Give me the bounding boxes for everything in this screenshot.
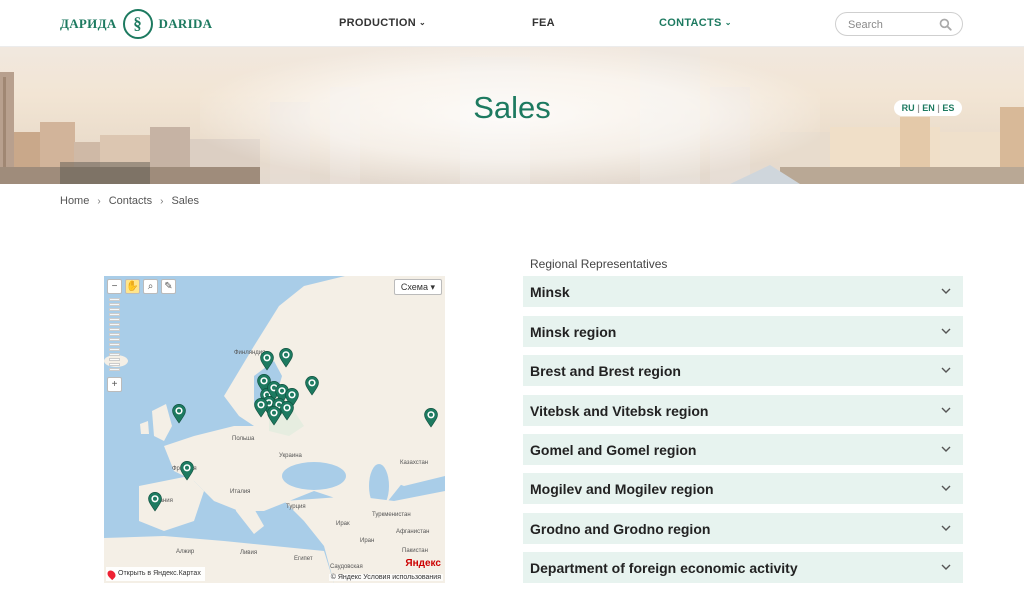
map-marker-icon[interactable] xyxy=(180,461,194,481)
accordion-title: Minsk region xyxy=(530,323,617,340)
map-toolbar: − ✋ ⌕ ✎ xyxy=(107,279,176,294)
chevron-down-icon xyxy=(941,367,951,373)
accordion-title: Department of foreign economic activity xyxy=(530,559,798,576)
search-icon[interactable] xyxy=(939,18,952,31)
chevron-down-icon xyxy=(941,288,951,294)
accordion-vitebsk[interactable]: Vitebsk and Vitebsk region xyxy=(523,395,963,426)
map-marker-icon[interactable] xyxy=(260,351,274,371)
breadcrumb: Home › Contacts › Sales xyxy=(60,195,199,207)
map-label: Турция xyxy=(286,504,306,510)
chevron-down-icon xyxy=(941,446,951,452)
map-marker-icon[interactable] xyxy=(254,398,268,418)
map-label: Польша xyxy=(232,436,255,442)
logo-emblem-icon: § xyxy=(122,9,153,39)
breadcrumb-contacts[interactable]: Contacts xyxy=(109,195,152,207)
nav-fea[interactable]: FEA xyxy=(532,17,555,29)
page-banner: Sales RU | EN | ES xyxy=(0,47,1024,184)
lang-es[interactable]: ES xyxy=(942,103,954,113)
yandex-logo: Яндекс xyxy=(405,558,441,569)
map-label: Казахстан xyxy=(400,460,429,466)
map-marker-icon[interactable] xyxy=(305,376,319,396)
open-in-yandex-link[interactable]: Открыть в Яндекс.Картах xyxy=(105,567,205,581)
logo[interactable]: ДАРИДА § DARIDA xyxy=(60,8,212,40)
chevron-right-icon: › xyxy=(160,195,164,207)
map-marker-icon[interactable] xyxy=(424,408,438,428)
accordion-mogilev[interactable]: Mogilev and Mogilev region xyxy=(523,473,963,504)
accordion-title: Grodno and Grodno region xyxy=(530,520,711,537)
accordion-foreign-economic[interactable]: Department of foreign economic activity xyxy=(523,552,963,583)
section-heading: Regional Representatives xyxy=(530,257,668,271)
map-marker-icon[interactable] xyxy=(279,348,293,368)
chevron-down-icon xyxy=(941,485,951,491)
map-label: Саудовская xyxy=(330,564,363,570)
map-label: Ирак xyxy=(336,521,350,527)
map-marker-icon[interactable] xyxy=(148,492,162,512)
zoom-slider[interactable] xyxy=(108,298,121,378)
map-type-selector[interactable]: Схема ▾ xyxy=(393,279,442,295)
map-label: Пакистан xyxy=(402,548,428,554)
nav-production[interactable]: PRODUCTION ⌄ xyxy=(339,17,426,29)
breadcrumb-current: Sales xyxy=(171,195,199,207)
zoom-out-icon[interactable]: − xyxy=(107,279,122,294)
nav-fea-label: FEA xyxy=(532,17,555,29)
chevron-right-icon: › xyxy=(97,195,101,207)
map-label: Афганистан xyxy=(396,529,430,535)
accordion-minsk-region[interactable]: Minsk region xyxy=(523,316,963,347)
language-switcher: RU | EN | ES xyxy=(894,100,962,116)
page-title: Sales xyxy=(473,90,551,125)
accordion-minsk[interactable]: Minsk xyxy=(523,276,963,307)
accordion-grodno[interactable]: Grodno and Grodno region xyxy=(523,513,963,544)
magnifier-icon[interactable]: ⌕ xyxy=(143,279,158,294)
map-pin-icon xyxy=(105,568,118,580)
map-copyright[interactable]: © Яндекс Условия использования xyxy=(328,574,443,581)
open-in-yandex-label: Открыть в Яндекс.Картах xyxy=(118,570,201,577)
site-header: ДАРИДА § DARIDA PRODUCTION ⌄ FEA CONTACTS… xyxy=(0,0,1024,47)
lang-separator: | xyxy=(937,103,940,113)
map-label: Украина xyxy=(279,453,302,459)
ruler-icon[interactable]: ✎ xyxy=(161,279,176,294)
logo-text-ru: ДАРИДА xyxy=(60,16,117,31)
chevron-down-icon xyxy=(941,525,951,531)
accordion-title: Minsk xyxy=(530,283,570,300)
accordion-brest[interactable]: Brest and Brest region xyxy=(523,355,963,386)
search-input[interactable] xyxy=(848,17,938,32)
breadcrumb-home[interactable]: Home xyxy=(60,195,89,207)
accordion-title: Brest and Brest region xyxy=(530,362,681,379)
lang-ru[interactable]: RU xyxy=(902,103,915,113)
lang-separator: | xyxy=(917,103,920,113)
chevron-down-icon: ⌄ xyxy=(724,18,732,27)
map-marker-icon[interactable] xyxy=(172,404,186,424)
yandex-map[interactable]: Финляндия Польша Украина Франция Испания… xyxy=(104,276,445,583)
map-terrain xyxy=(104,276,445,583)
chevron-down-icon xyxy=(941,328,951,334)
map-type-label: Схема xyxy=(400,282,428,292)
map-marker-icon[interactable] xyxy=(267,406,281,426)
map-label: Египет xyxy=(294,556,313,562)
accordion-title: Gomel and Gomel region xyxy=(530,441,697,458)
nav-production-label: PRODUCTION xyxy=(339,17,416,29)
map-label: Иран xyxy=(360,538,375,544)
chevron-down-icon xyxy=(941,407,951,413)
chevron-down-icon xyxy=(941,564,951,570)
chevron-down-icon: ⌄ xyxy=(418,18,426,27)
map-label: Ливия xyxy=(240,550,258,556)
map-label: Алжир xyxy=(176,549,195,555)
nav-contacts-label: CONTACTS xyxy=(659,17,722,29)
nav-contacts[interactable]: CONTACTS ⌄ xyxy=(659,17,732,29)
map-marker-icon[interactable] xyxy=(280,401,294,421)
zoom-in-icon[interactable]: + xyxy=(107,377,122,392)
hand-icon[interactable]: ✋ xyxy=(125,279,140,294)
map-label: Италия xyxy=(230,489,251,495)
map-label: Туркменистан xyxy=(372,512,411,518)
accordion-title: Vitebsk and Vitebsk region xyxy=(530,402,709,419)
accordion-gomel[interactable]: Gomel and Gomel region xyxy=(523,434,963,465)
search-box xyxy=(835,12,963,36)
logo-text-en: DARIDA xyxy=(158,16,213,31)
accordion-title: Mogilev and Mogilev region xyxy=(530,480,714,497)
lang-en[interactable]: EN xyxy=(922,103,935,113)
